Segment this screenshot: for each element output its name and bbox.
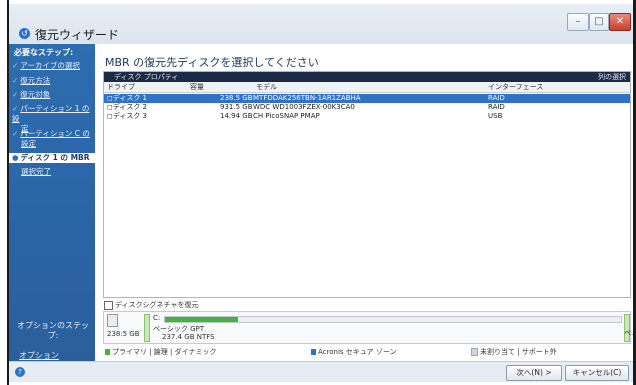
wizard-window: ↺ 復元ウィザード – □ ✕ 必要なステップ: ✓ アーカイブの選択 ✓ 復元方法… <box>9 4 633 382</box>
interface-cell: USB <box>488 112 503 120</box>
next-button[interactable]: 次へ(N) > <box>506 365 562 381</box>
column-interface[interactable]: インターフェース <box>488 82 543 92</box>
maximize-button[interactable]: □ <box>589 13 609 31</box>
disk-map: 238.5 GB C: ベーシック GPT 237.4 GB NTFS ベ... <box>103 311 633 344</box>
check-icon: ✓ <box>12 90 19 99</box>
legend-primary: プライマリ | 論理 | ダイナミック <box>105 347 216 357</box>
interface-cell: RAID <box>488 103 505 111</box>
partition-size: 237.4 GB NTFS <box>162 333 215 341</box>
panel-title: ディスク プロパティ <box>114 73 179 81</box>
check-icon: ✓ <box>12 104 19 113</box>
step-finish[interactable]: 選択完了 <box>12 167 94 177</box>
primary-swatch-icon <box>105 349 110 355</box>
optional-steps-heading: オプションのステップ: <box>17 321 89 340</box>
drive-cell: ◻ ディスク 1 <box>107 94 148 102</box>
model-cell: MTFDDAK256TBN-1AR1ZABHA <box>253 94 361 102</box>
usage-bar <box>164 316 622 323</box>
capacity-cell: 14.94 GB <box>220 112 253 120</box>
footer-bar: ? 次へ(N) > キャンセル(C) <box>9 361 633 382</box>
minimize-button[interactable]: – <box>567 13 589 31</box>
step-partition-c[interactable]: ✓ パーティション C の 設定 <box>12 129 94 149</box>
partition-block[interactable] <box>144 314 150 342</box>
steps-sidebar: 必要なステップ: ✓ アーカイブの選択 ✓ 復元方法 ✓ 復元対象 ✓ パーティション … <box>9 44 98 361</box>
step-mbr-current[interactable]: ● ディスク 1 の MBR <box>9 153 98 163</box>
required-steps-heading: 必要なステップ: <box>14 48 74 57</box>
column-drive[interactable]: ドライブ <box>107 82 135 92</box>
column-chooser-button[interactable]: 列の選択 <box>598 72 626 82</box>
capacity-cell: 931.5 GB <box>220 103 253 111</box>
check-icon: ✓ <box>12 129 19 138</box>
disk-icon <box>107 314 118 327</box>
window-title: 復元ウィザード <box>35 28 120 42</box>
left-frame <box>0 0 9 385</box>
legend-unallocated: 未割り当て | サポート外 <box>471 347 557 357</box>
column-capacity[interactable]: 容量 <box>190 82 204 92</box>
disk-list-panel: ディスク プロパティ 列の選択 ドライブ 容量 モデル インターフェース ◻ デ… <box>103 71 631 298</box>
partition-letter: C: <box>153 314 161 322</box>
table-row[interactable]: ◻ ディスク 2 931.5 GB WDC WD1003FZEX-00K3CA0… <box>104 103 630 112</box>
step-archive[interactable]: ✓ アーカイブの選択 <box>12 61 94 71</box>
title-bar[interactable]: ↺ 復元ウィザード – □ ✕ <box>9 4 633 44</box>
page-heading: MBR の復元先ディスクを選択してください <box>105 56 319 69</box>
panel-title-bar: ディスク プロパティ 列の選択 <box>104 72 630 82</box>
disk-size: 238.5 GB <box>107 330 140 338</box>
app-icon: ↺ <box>19 28 30 39</box>
drive-cell: ◻ ディスク 2 <box>107 103 148 111</box>
check-icon: ✓ <box>12 76 19 85</box>
check-icon: ✓ <box>12 61 19 70</box>
model-cell: CH PicoSNAP PMAP <box>253 112 320 120</box>
close-button[interactable]: ✕ <box>609 13 631 31</box>
checkbox-box[interactable] <box>104 300 113 310</box>
unallocated-swatch-icon <box>471 348 478 356</box>
disk-signature-checkbox[interactable]: ディスクシグネチャを復元 <box>104 300 198 310</box>
end-partition-label: ベ... <box>624 329 633 337</box>
capacity-cell: 238.5 GB <box>220 94 253 102</box>
table-row[interactable]: ◻ ディスク 3 14.94 GB CH PicoSNAP PMAP USB <box>104 112 630 121</box>
interface-cell: RAID <box>488 94 505 102</box>
options-link[interactable]: オプション <box>19 350 59 361</box>
table-row[interactable]: ◻ ディスク 1 238.5 GB MTFDDAK256TBN-1AR1ZABH… <box>104 94 630 103</box>
cancel-button[interactable]: キャンセル(C) <box>565 365 629 381</box>
step-target[interactable]: ✓ 復元対象 <box>12 90 94 100</box>
step-method[interactable]: ✓ 復元方法 <box>12 76 94 86</box>
acronis-swatch-icon <box>311 349 316 355</box>
table-header: ドライブ 容量 モデル インターフェース <box>104 82 630 93</box>
legend-acronis: Acronis セキュア ゾーン <box>311 347 397 357</box>
help-icon[interactable]: ? <box>15 367 25 377</box>
current-step-icon: ● <box>12 153 19 162</box>
drive-cell: ◻ ディスク 3 <box>107 112 148 120</box>
usage-bar-fill <box>165 317 238 322</box>
model-cell: WDC WD1003FZEX-00K3CA0 <box>253 103 355 111</box>
column-model[interactable]: モデル <box>256 82 277 92</box>
main-content: MBR の復元先ディスクを選択してください ディスク プロパティ 列の選択 ドラ… <box>95 44 633 361</box>
